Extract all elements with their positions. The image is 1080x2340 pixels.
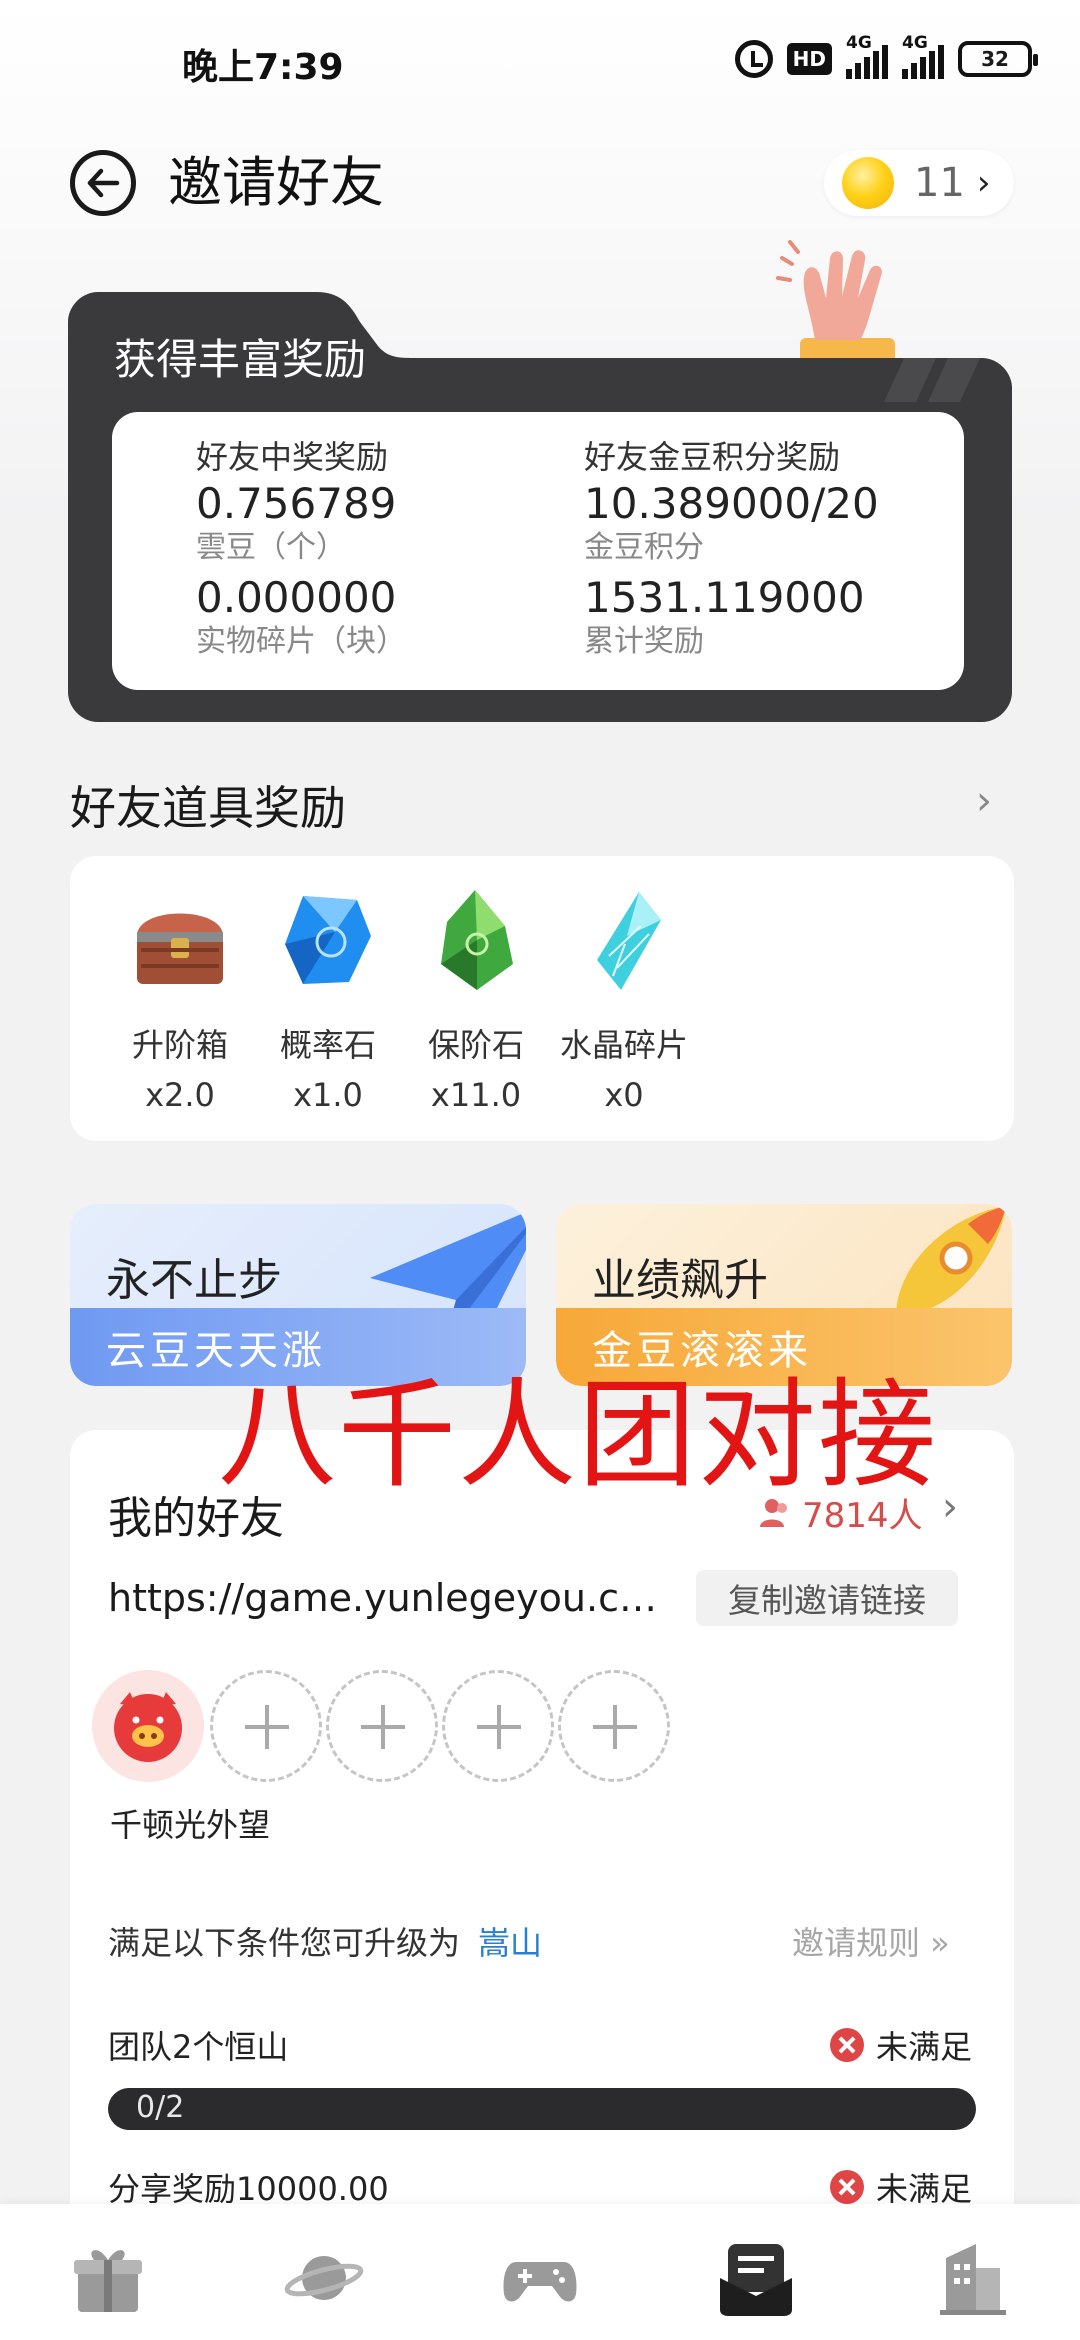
gamepad-icon[interactable] bbox=[500, 2238, 580, 2318]
gold-bean-icon bbox=[842, 157, 894, 209]
friend-name: 千顿光外望 bbox=[110, 1806, 271, 1844]
reward-caption: 金豆积分 bbox=[584, 530, 704, 565]
add-friend-slot[interactable] bbox=[326, 1670, 438, 1782]
upgrade-condition-text: 满足以下条件您可升级为 嵩山 bbox=[108, 1924, 543, 1962]
invite-rules-link[interactable]: 邀请规则 » bbox=[792, 1918, 950, 1964]
status-icons: HD 4G 4G 32 bbox=[734, 33, 1038, 82]
gift-icon[interactable] bbox=[68, 2238, 148, 2318]
coin-count: 11 bbox=[914, 160, 965, 206]
status-time: 晚上7:39 bbox=[182, 47, 344, 88]
reward-value: 1531.119000 bbox=[584, 573, 865, 622]
coin-balance-button[interactable]: 11 › bbox=[824, 150, 1014, 216]
condition-label: 团队2个恒山 bbox=[108, 2028, 289, 2066]
add-friend-slot[interactable] bbox=[210, 1670, 322, 1782]
my-friends-card: 我的好友 7814人 › https://game.yunlegeyou.co…… bbox=[70, 1430, 1014, 2250]
message-inbox-icon[interactable] bbox=[716, 2238, 796, 2318]
prop-name: 水晶碎片 bbox=[559, 1026, 688, 1064]
reward-stats-panel: 好友中奖奖励 0.756789 雲豆（个） 0.000000 实物碎片（块） 好… bbox=[112, 412, 964, 690]
add-friend-slot[interactable] bbox=[442, 1670, 554, 1782]
page-title: 邀请好友 bbox=[168, 151, 384, 214]
progress-bar: 0/2 bbox=[108, 2088, 976, 2130]
overlay-promo-text: 八千人团对接 bbox=[218, 1366, 939, 1504]
props-card: 升阶箱 x2.0 概率石 x1.0 保阶石 x11.0 水晶碎片 x0 bbox=[70, 856, 1014, 1141]
banner-title: 业绩飙升 bbox=[592, 1255, 768, 1306]
close-circle-icon bbox=[830, 2170, 864, 2204]
reward-value: 10.389000/20 bbox=[584, 479, 879, 528]
reward-title: 获得丰富奖励 bbox=[114, 335, 367, 384]
signal-icon-2: 4G bbox=[902, 33, 944, 79]
invite-link-text: https://game.yunlegeyou.co… bbox=[108, 1576, 668, 1620]
pig-avatar-icon bbox=[92, 1670, 204, 1782]
reward-column-prize: 好友中奖奖励 0.756789 雲豆（个） 0.000000 实物碎片（块） bbox=[196, 432, 406, 660]
props-more-arrow[interactable]: › bbox=[976, 778, 992, 824]
signal-icon: 4G bbox=[846, 33, 888, 79]
friends-more-arrow[interactable]: › bbox=[942, 1484, 958, 1530]
banner-keep-going[interactable]: 永不止步 云豆天天涨 bbox=[70, 1204, 526, 1386]
progress-text: 0/2 bbox=[136, 2090, 185, 2125]
condition-status: 未满足 bbox=[830, 2022, 972, 2068]
props-heading: 好友道具奖励 bbox=[70, 781, 346, 835]
reward-value: 0.000000 bbox=[196, 573, 397, 622]
reward-label: 好友中奖奖励 bbox=[196, 432, 389, 478]
upgrade-target-level: 嵩山 bbox=[478, 1924, 543, 1962]
treasure-chest-icon bbox=[137, 913, 223, 984]
back-button[interactable] bbox=[70, 150, 136, 216]
bottom-navigation bbox=[0, 2204, 1080, 2340]
reward-value: 0.756789 bbox=[196, 479, 397, 528]
back-arrow-icon bbox=[87, 168, 120, 198]
hd-voice-icon: HD bbox=[786, 43, 832, 75]
banner-title: 永不止步 bbox=[106, 1255, 282, 1306]
alarm-icon bbox=[734, 40, 773, 78]
friend-avatar[interactable] bbox=[92, 1670, 204, 1782]
reward-label: 好友金豆积分奖励 bbox=[584, 432, 841, 478]
prop-count: x0 bbox=[604, 1076, 644, 1114]
chevron-right-icon: › bbox=[976, 163, 991, 203]
copy-invite-link-button[interactable]: 复制邀请链接 bbox=[696, 1570, 958, 1626]
building-icon[interactable] bbox=[932, 2238, 1012, 2318]
close-circle-icon bbox=[830, 2028, 864, 2062]
reward-column-gold: 好友金豆积分奖励 10.389000/20 金豆积分 1531.119000 累… bbox=[584, 432, 879, 660]
crystal-shard-icon bbox=[597, 892, 661, 990]
add-friend-slot[interactable] bbox=[558, 1670, 670, 1782]
battery-icon: 32 bbox=[958, 41, 1038, 77]
prop-item-crystal-shard[interactable]: 水晶碎片 x0 bbox=[524, 886, 724, 1114]
banner-performance[interactable]: 业绩飙升 金豆滚滚来 bbox=[556, 1204, 1012, 1386]
status-bar: 晚上7:39 HD 4G 4G 32 bbox=[0, 0, 1080, 120]
green-gem-icon bbox=[441, 890, 513, 990]
reward-summary-card: 获得丰富奖励 好友中奖奖励 0.756789 雲豆（个） 0.000000 实物… bbox=[68, 292, 1012, 722]
reward-caption: 实物碎片（块） bbox=[196, 624, 406, 659]
planet-icon[interactable] bbox=[284, 2238, 364, 2318]
reward-caption: 累计奖励 bbox=[584, 624, 704, 659]
blue-gem-icon bbox=[285, 896, 371, 984]
reward-caption: 雲豆（个） bbox=[196, 530, 346, 565]
